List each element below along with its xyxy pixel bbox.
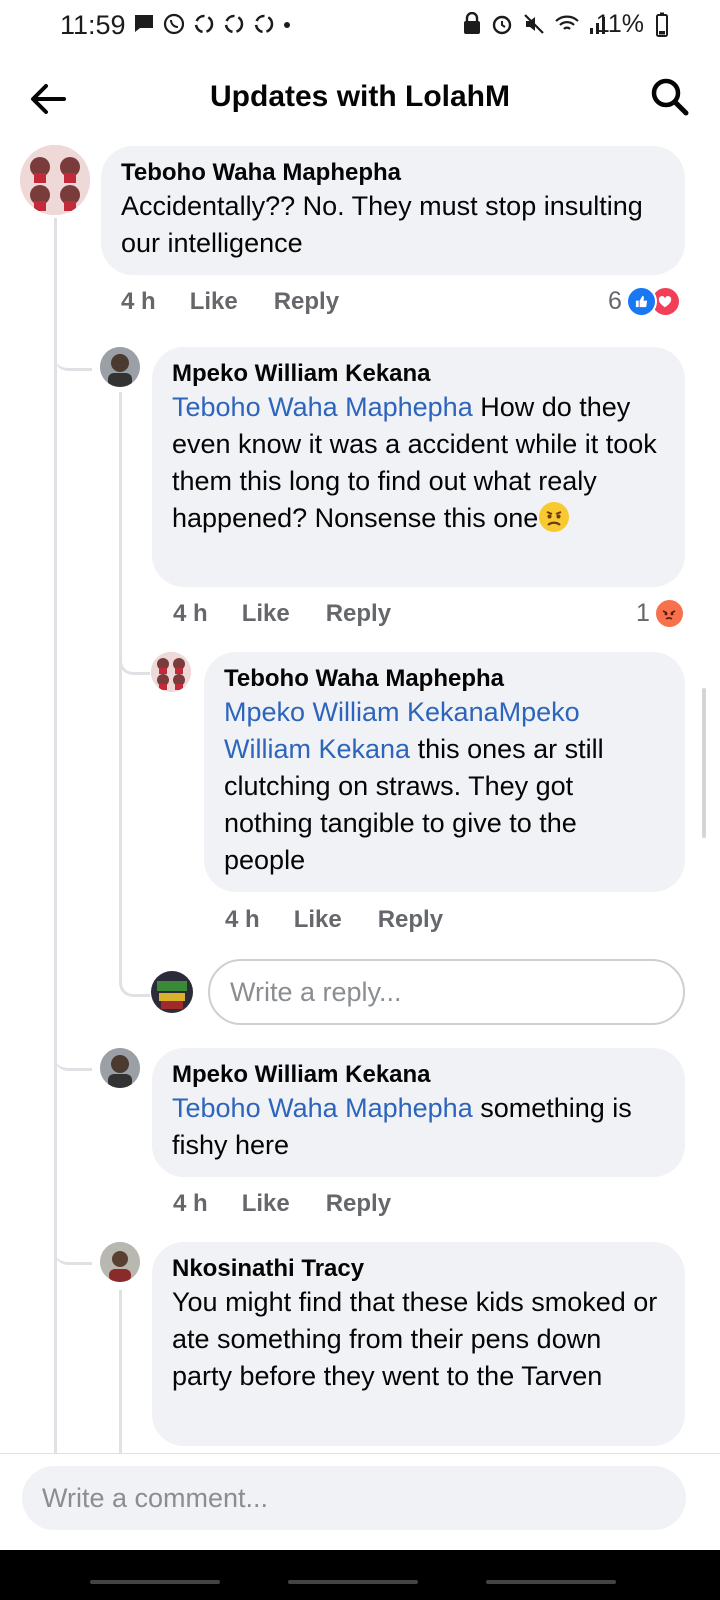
thread-connector	[119, 648, 150, 675]
chat-bubble-icon	[135, 15, 153, 32]
like-button[interactable]: Like	[242, 1190, 290, 1218]
whatsapp-icon	[163, 13, 185, 35]
nav-recent-button[interactable]	[90, 1580, 220, 1584]
comment-text: Teboho Waha Maphepha something is fishy …	[172, 1093, 632, 1160]
avatar[interactable]	[151, 652, 191, 692]
avatar[interactable]	[20, 145, 90, 215]
avatar[interactable]	[100, 1048, 140, 1088]
divider	[0, 1453, 720, 1454]
scrollbar[interactable]	[702, 688, 706, 838]
wifi-icon	[555, 15, 579, 30]
comment-author[interactable]: Teboho Waha Maphepha	[121, 158, 665, 188]
thread-connector	[119, 970, 150, 997]
mute-icon	[524, 14, 544, 34]
comment-actions: 4 h Like Reply	[225, 906, 443, 934]
comment-actions: 4 h Like Reply	[173, 600, 391, 628]
comment-text: Mpeko William KekanaMpeko William Kekana…	[224, 697, 604, 875]
app-header: Updates with LolahM	[0, 60, 720, 136]
reply-button[interactable]: Reply	[326, 1190, 391, 1218]
thread-line-main	[54, 218, 57, 1454]
mention-link[interactable]: Teboho Waha Maphepha	[172, 392, 473, 422]
current-user-avatar	[151, 971, 193, 1013]
lock-icon	[464, 12, 480, 34]
angry-reaction-icon	[653, 598, 685, 629]
thread-connector	[54, 1236, 92, 1265]
status-bar: 11:59 11%	[0, 0, 720, 52]
comment-actions: 4 h Like Reply	[173, 1190, 391, 1218]
like-button[interactable]: Like	[294, 906, 342, 934]
reply-input[interactable]: Write a reply...	[208, 959, 685, 1025]
comment-bubble: Mpeko William Kekana Teboho Waha Mapheph…	[152, 1048, 685, 1177]
thread-line-nested	[119, 1290, 122, 1454]
reply-button[interactable]: Reply	[378, 906, 443, 934]
comment-time[interactable]: 4 h	[225, 906, 260, 934]
recycle-icon	[194, 14, 214, 34]
like-reaction-icon	[625, 286, 657, 317]
comment-time[interactable]: 4 h	[173, 1190, 208, 1218]
system-nav-bar	[0, 1550, 720, 1600]
avatar[interactable]	[100, 347, 140, 387]
reaction-count: 6	[608, 287, 622, 315]
reaction-summary[interactable]: 6	[608, 286, 681, 317]
page-title: Updates with LolahM	[210, 80, 510, 113]
comment-actions: 4 h Like Reply	[121, 288, 339, 316]
search-icon[interactable]	[648, 75, 692, 119]
frowning-face-emoji-icon	[539, 502, 570, 532]
alarm-icon	[492, 15, 512, 35]
thread-connector	[54, 1042, 92, 1071]
dot-icon	[284, 22, 290, 28]
recycle-icon	[254, 14, 274, 34]
comment-author[interactable]: Nkosinathi Tracy	[172, 1254, 665, 1284]
nav-back-button[interactable]	[486, 1580, 616, 1584]
comment-input[interactable]: Write a comment...	[22, 1466, 686, 1530]
thread-connector	[54, 340, 92, 371]
thread-line-nested	[119, 392, 122, 982]
comment-bubble: Teboho Waha Maphepha Mpeko William Kekan…	[204, 652, 685, 892]
comment-text: You might find that these kids smoked or…	[172, 1287, 658, 1391]
reaction-count: 1	[636, 599, 650, 627]
notification-icons	[132, 12, 292, 36]
battery-level: 11%	[595, 10, 644, 38]
like-button[interactable]: Like	[242, 600, 290, 628]
reply-button[interactable]: Reply	[326, 600, 391, 628]
comment-bubble: Teboho Waha Maphepha Accidentally?? No. …	[101, 146, 685, 275]
comment-bubble: Mpeko William Kekana Teboho Waha Mapheph…	[152, 347, 685, 587]
status-time: 11:59	[60, 10, 126, 40]
recycle-icon	[224, 14, 244, 34]
comment-text: Accidentally?? No. They must stop insult…	[121, 191, 643, 258]
comment-author[interactable]: Mpeko William Kekana	[172, 1060, 665, 1090]
nav-home-button[interactable]	[288, 1580, 418, 1584]
avatar[interactable]	[100, 1242, 140, 1282]
comment-author[interactable]: Teboho Waha Maphepha	[224, 664, 665, 694]
comment-bubble: Nkosinathi Tracy You might find that the…	[152, 1242, 685, 1446]
like-button[interactable]: Like	[190, 288, 238, 316]
comment-time[interactable]: 4 h	[173, 600, 208, 628]
mention-link[interactable]: Teboho Waha Maphepha	[172, 1093, 473, 1123]
battery-icon	[656, 12, 668, 37]
comment-time[interactable]: 4 h	[121, 288, 156, 316]
comment-text: Teboho Waha Maphepha How do they even kn…	[172, 392, 657, 533]
reaction-summary[interactable]: 1	[636, 598, 685, 629]
comment-author[interactable]: Mpeko William Kekana	[172, 359, 665, 389]
reply-button[interactable]: Reply	[274, 288, 339, 316]
system-icons	[462, 12, 608, 36]
